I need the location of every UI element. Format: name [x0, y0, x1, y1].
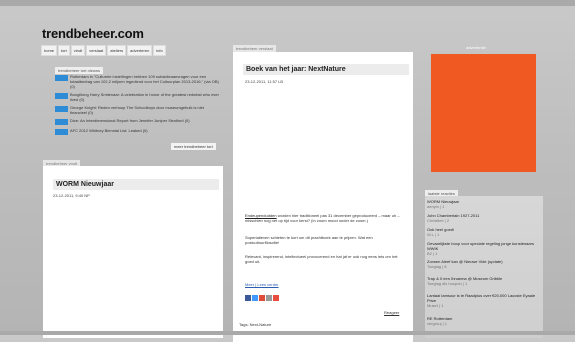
news-item[interactable]: Dice: An Interdimensional Report from Je… [55, 118, 220, 125]
nav-item-info[interactable]: info [153, 45, 166, 56]
news-item-text: Dice: An Interdimensional Report from Je… [70, 118, 190, 123]
share-icon[interactable] [266, 295, 272, 301]
boek-section-tag: trendbeheer verslaat [233, 45, 276, 52]
latest-comment-item[interactable]: Trap & 0 een Ihnaema @ Museum Gribble To… [427, 276, 541, 286]
latest-comment-item[interactable]: Gevaarlijkste hoop voor speciale regelin… [427, 241, 541, 256]
share-buttons [245, 295, 279, 301]
nav-item-ateliers[interactable]: ateliers [107, 45, 127, 56]
news-item[interactable]: George Knight: Reden verhoop The Schoolb… [55, 105, 220, 115]
main-nav: home tort vindt verslaat ateliers advert… [41, 45, 166, 56]
news-section-tag: trendbeheer tort nieuws [55, 67, 104, 74]
news-thumbnail-icon [55, 119, 68, 125]
latest-comment-item[interactable]: John Chamberlain 1927-2011 Christlieb | … [427, 213, 541, 223]
latest-comment-meta: Toeglag | 8 [427, 264, 447, 269]
latest-comment-meta: vergrouj | 1 [427, 321, 447, 326]
nav-item-home[interactable]: home [41, 45, 58, 56]
news-thumbnail-icon [55, 106, 68, 112]
read-more-link[interactable]: Meer | Lees verder [245, 282, 279, 287]
worm-article-date: 23-12-2011, 9:40 NP [53, 193, 90, 198]
news-item-text: AFC 2012 Whitney Biennial List: Leaked (… [70, 128, 148, 133]
site-logo[interactable]: trendbeheer.com [42, 26, 144, 41]
news-list: Rotterdam in "Culturele instellingen heb… [55, 74, 220, 138]
news-more-link[interactable]: meer trendbeheer tort [171, 143, 216, 150]
latest-comment-meta: Christlieb | 2 [427, 218, 450, 223]
google-plus-icon[interactable] [259, 295, 265, 301]
window-top-border [0, 0, 575, 6]
news-thumbnail-icon [55, 93, 68, 99]
news-item[interactable]: Rotterdam in "Culturele instellingen heb… [55, 74, 220, 89]
boek-article-title[interactable]: Boek van het jaar: NextNature [243, 64, 409, 75]
latest-comment-title: Lantaai Iamsour is te Raadplus over €20,… [427, 293, 536, 303]
facebook-icon[interactable] [245, 295, 251, 301]
article-paragraph: Endeupendudden worden hier traditioneel … [245, 213, 405, 223]
latest-comments-list: WORM Nieuwjaar aenyin | 1 John Chamberla… [425, 196, 543, 338]
nav-item-adverteren[interactable]: adverteren [127, 45, 153, 56]
ad-label: advertentie [466, 45, 486, 50]
article-paragraph: Superlatieven schieten te kort om dit pr… [245, 235, 373, 245]
ad-banner[interactable] [431, 54, 536, 172]
worm-article-card: WORM Nieuwjaar 23-12-2011, 9:40 NP [43, 166, 223, 338]
nav-item-vindt[interactable]: vindt [70, 45, 86, 56]
latest-comment-title: Gevaarlijkste hoop voor speciale regelin… [427, 241, 534, 251]
news-item[interactable]: Bongillong Harry Smitenaar: A celebratio… [55, 92, 220, 102]
twitter-icon[interactable] [252, 295, 258, 301]
article-image [245, 88, 401, 210]
news-item-text: Bongillong Harry Smitenaar: A celebratio… [70, 92, 219, 102]
latest-comment-item[interactable]: WORM Nieuwjaar aenyin | 1 [427, 199, 541, 209]
worm-article-title[interactable]: WORM Nieuwjaar [53, 179, 219, 190]
latest-comment-meta: Toeglag dis hoopdu | 1 [427, 281, 468, 286]
reply-link[interactable]: Reageer [384, 310, 399, 315]
nav-item-tort[interactable]: tort [58, 45, 70, 56]
nav-item-verslaat[interactable]: verslaat [86, 45, 107, 56]
latest-comment-meta: W.L | 1 [427, 232, 440, 237]
window-bottom-border [0, 331, 575, 335]
latest-comment-item[interactable]: Zonsen Aleef kan @ Nieuwe Vide (update) … [427, 259, 541, 269]
news-thumbnail-icon [55, 129, 68, 135]
news-item-text: George Knight: Reden verhoop The Schoolb… [70, 105, 205, 115]
boek-article-date: 23-12-2011, 11:57 LB [245, 79, 284, 84]
latest-comment-meta: B2 | 1 [427, 251, 438, 256]
latest-comment-meta: Muset | 1 [427, 303, 444, 308]
latest-comment-item[interactable]: RE Rotterdam vergrouj | 1 [427, 316, 541, 326]
news-item-text: Rotterdam in "Culturele instellingen heb… [70, 74, 219, 89]
news-item[interactable]: AFC 2012 Whitney Biennial List: Leaked (… [55, 128, 220, 135]
article-paragraph: Relevant, inspirerend, intellectueel pro… [245, 254, 398, 264]
boek-article-card: Boek van het jaar: NextNature 23-12-2011… [233, 52, 413, 342]
latest-comment-item[interactable]: Lantaai Iamsour is te Raadplus over €20,… [427, 293, 541, 308]
more-share-icon[interactable] [273, 295, 279, 301]
news-thumbnail-icon [55, 75, 68, 81]
latest-comment-meta: aenyin | 1 [427, 204, 445, 209]
article-tags[interactable]: Tags: Next-Nature [239, 322, 271, 327]
latest-comment-item[interactable]: Ook heel goed! W.L | 1 [427, 227, 541, 237]
